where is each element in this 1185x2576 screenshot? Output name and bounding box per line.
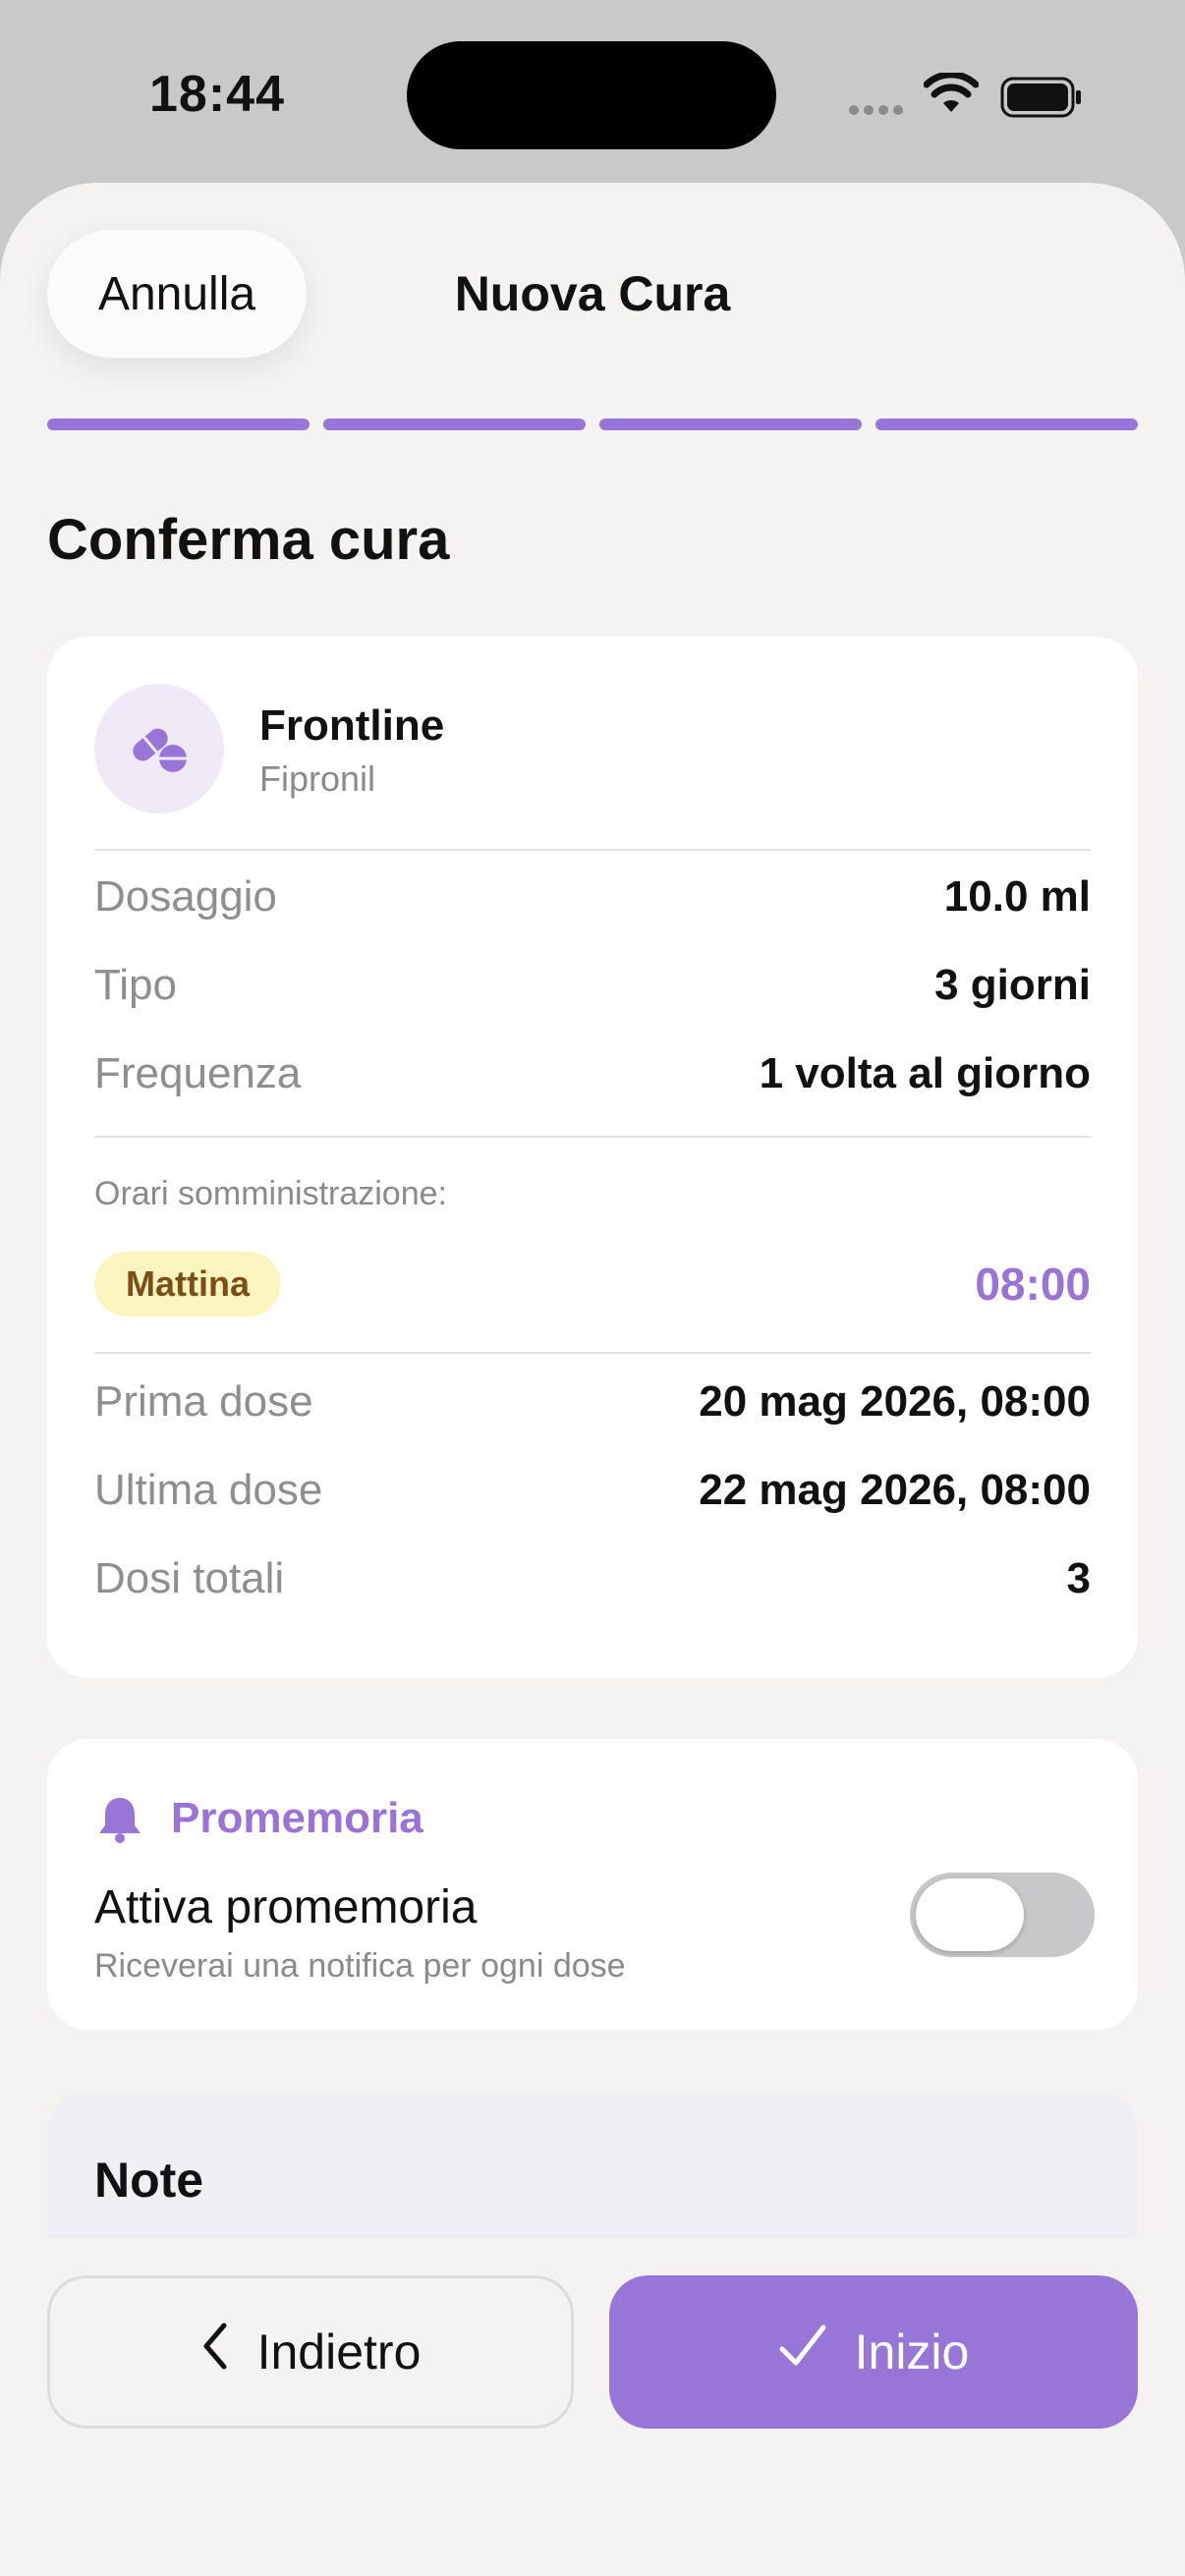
detail-label: Dosaggio [94, 872, 277, 921]
date-value: 3 [1066, 1554, 1091, 1602]
date-value: 22 mag 2026, 08:00 [699, 1466, 1091, 1514]
status-bar: 18:44 [0, 0, 1185, 187]
battery-icon [1000, 77, 1083, 123]
reminder-description: Riceverai una notifica per ogni dose [94, 1947, 626, 1985]
pill-icon [94, 684, 224, 813]
detail-row-frequency: Frequenza 1 volta al giorno [94, 1049, 1091, 1098]
back-button-label: Indietro [256, 2324, 422, 2380]
notes-title: Note [94, 2153, 204, 2208]
progress-step-4 [875, 419, 1138, 430]
dynamic-island [407, 41, 776, 149]
medication-ingredient: Fipronil [259, 758, 376, 799]
progress-step-2 [323, 419, 586, 430]
treatment-summary-card: Frontline Fipronil Dosaggio 10.0 ml Tipo… [47, 637, 1138, 1678]
checkmark-icon [778, 2324, 827, 2380]
cellular-signal-icon [849, 102, 908, 120]
date-label: Prima dose [94, 1377, 313, 1426]
detail-row-dosage: Dosaggio 10.0 ml [94, 872, 1091, 922]
date-value: 20 mag 2026, 08:00 [699, 1377, 1091, 1426]
schedule-caption: Orari somministrazione: [94, 1175, 447, 1212]
detail-value: 1 volta al giorno [759, 1049, 1091, 1097]
reminder-toggle-label: Attiva promemoria [94, 1881, 478, 1933]
notes-section[interactable]: Note [47, 2091, 1138, 2238]
medication-name: Frontline [259, 701, 445, 750]
divider [94, 1136, 1091, 1138]
wifi-icon [923, 71, 980, 121]
detail-label: Tipo [94, 961, 177, 1009]
date-row-last-dose: Ultima dose 22 mag 2026, 08:00 [94, 1466, 1091, 1515]
divider [94, 849, 1091, 851]
progress-step-3 [599, 419, 862, 430]
bell-icon [94, 1794, 145, 1850]
section-heading: Conferma cura [47, 508, 450, 572]
date-label: Ultima dose [94, 1466, 323, 1514]
start-button[interactable]: Inizio [609, 2275, 1138, 2429]
reminder-title: Promemoria [171, 1794, 423, 1842]
detail-label: Frequenza [94, 1049, 302, 1097]
start-button-label: Inizio [854, 2324, 970, 2380]
divider [94, 1352, 1091, 1354]
toggle-knob [916, 1878, 1024, 1951]
sheet-title: Nuova Cura [454, 266, 731, 321]
detail-value: 3 giorni [934, 961, 1091, 1009]
status-time: 18:44 [149, 66, 285, 123]
progress-step-1 [47, 419, 310, 430]
reminder-toggle[interactable] [910, 1873, 1095, 1957]
detail-row-type: Tipo 3 giorni [94, 961, 1091, 1010]
time-slot-value: 08:00 [975, 1259, 1091, 1310]
date-row-first-dose: Prima dose 20 mag 2026, 08:00 [94, 1377, 1091, 1427]
reminder-card: Promemoria Attiva promemoria Riceverai u… [47, 1739, 1138, 2030]
step-progress-bar [47, 419, 1138, 430]
time-slot-badge: Mattina [94, 1252, 281, 1316]
chevron-left-icon [200, 2322, 230, 2382]
detail-value: 10.0 ml [943, 872, 1091, 921]
date-row-total-doses: Dosi totali 3 [94, 1554, 1091, 1603]
date-label: Dosi totali [94, 1554, 285, 1602]
back-button[interactable]: Indietro [47, 2275, 574, 2429]
new-treatment-sheet: Annulla Nuova Cura Conferma cura Frontli… [0, 183, 1185, 2576]
